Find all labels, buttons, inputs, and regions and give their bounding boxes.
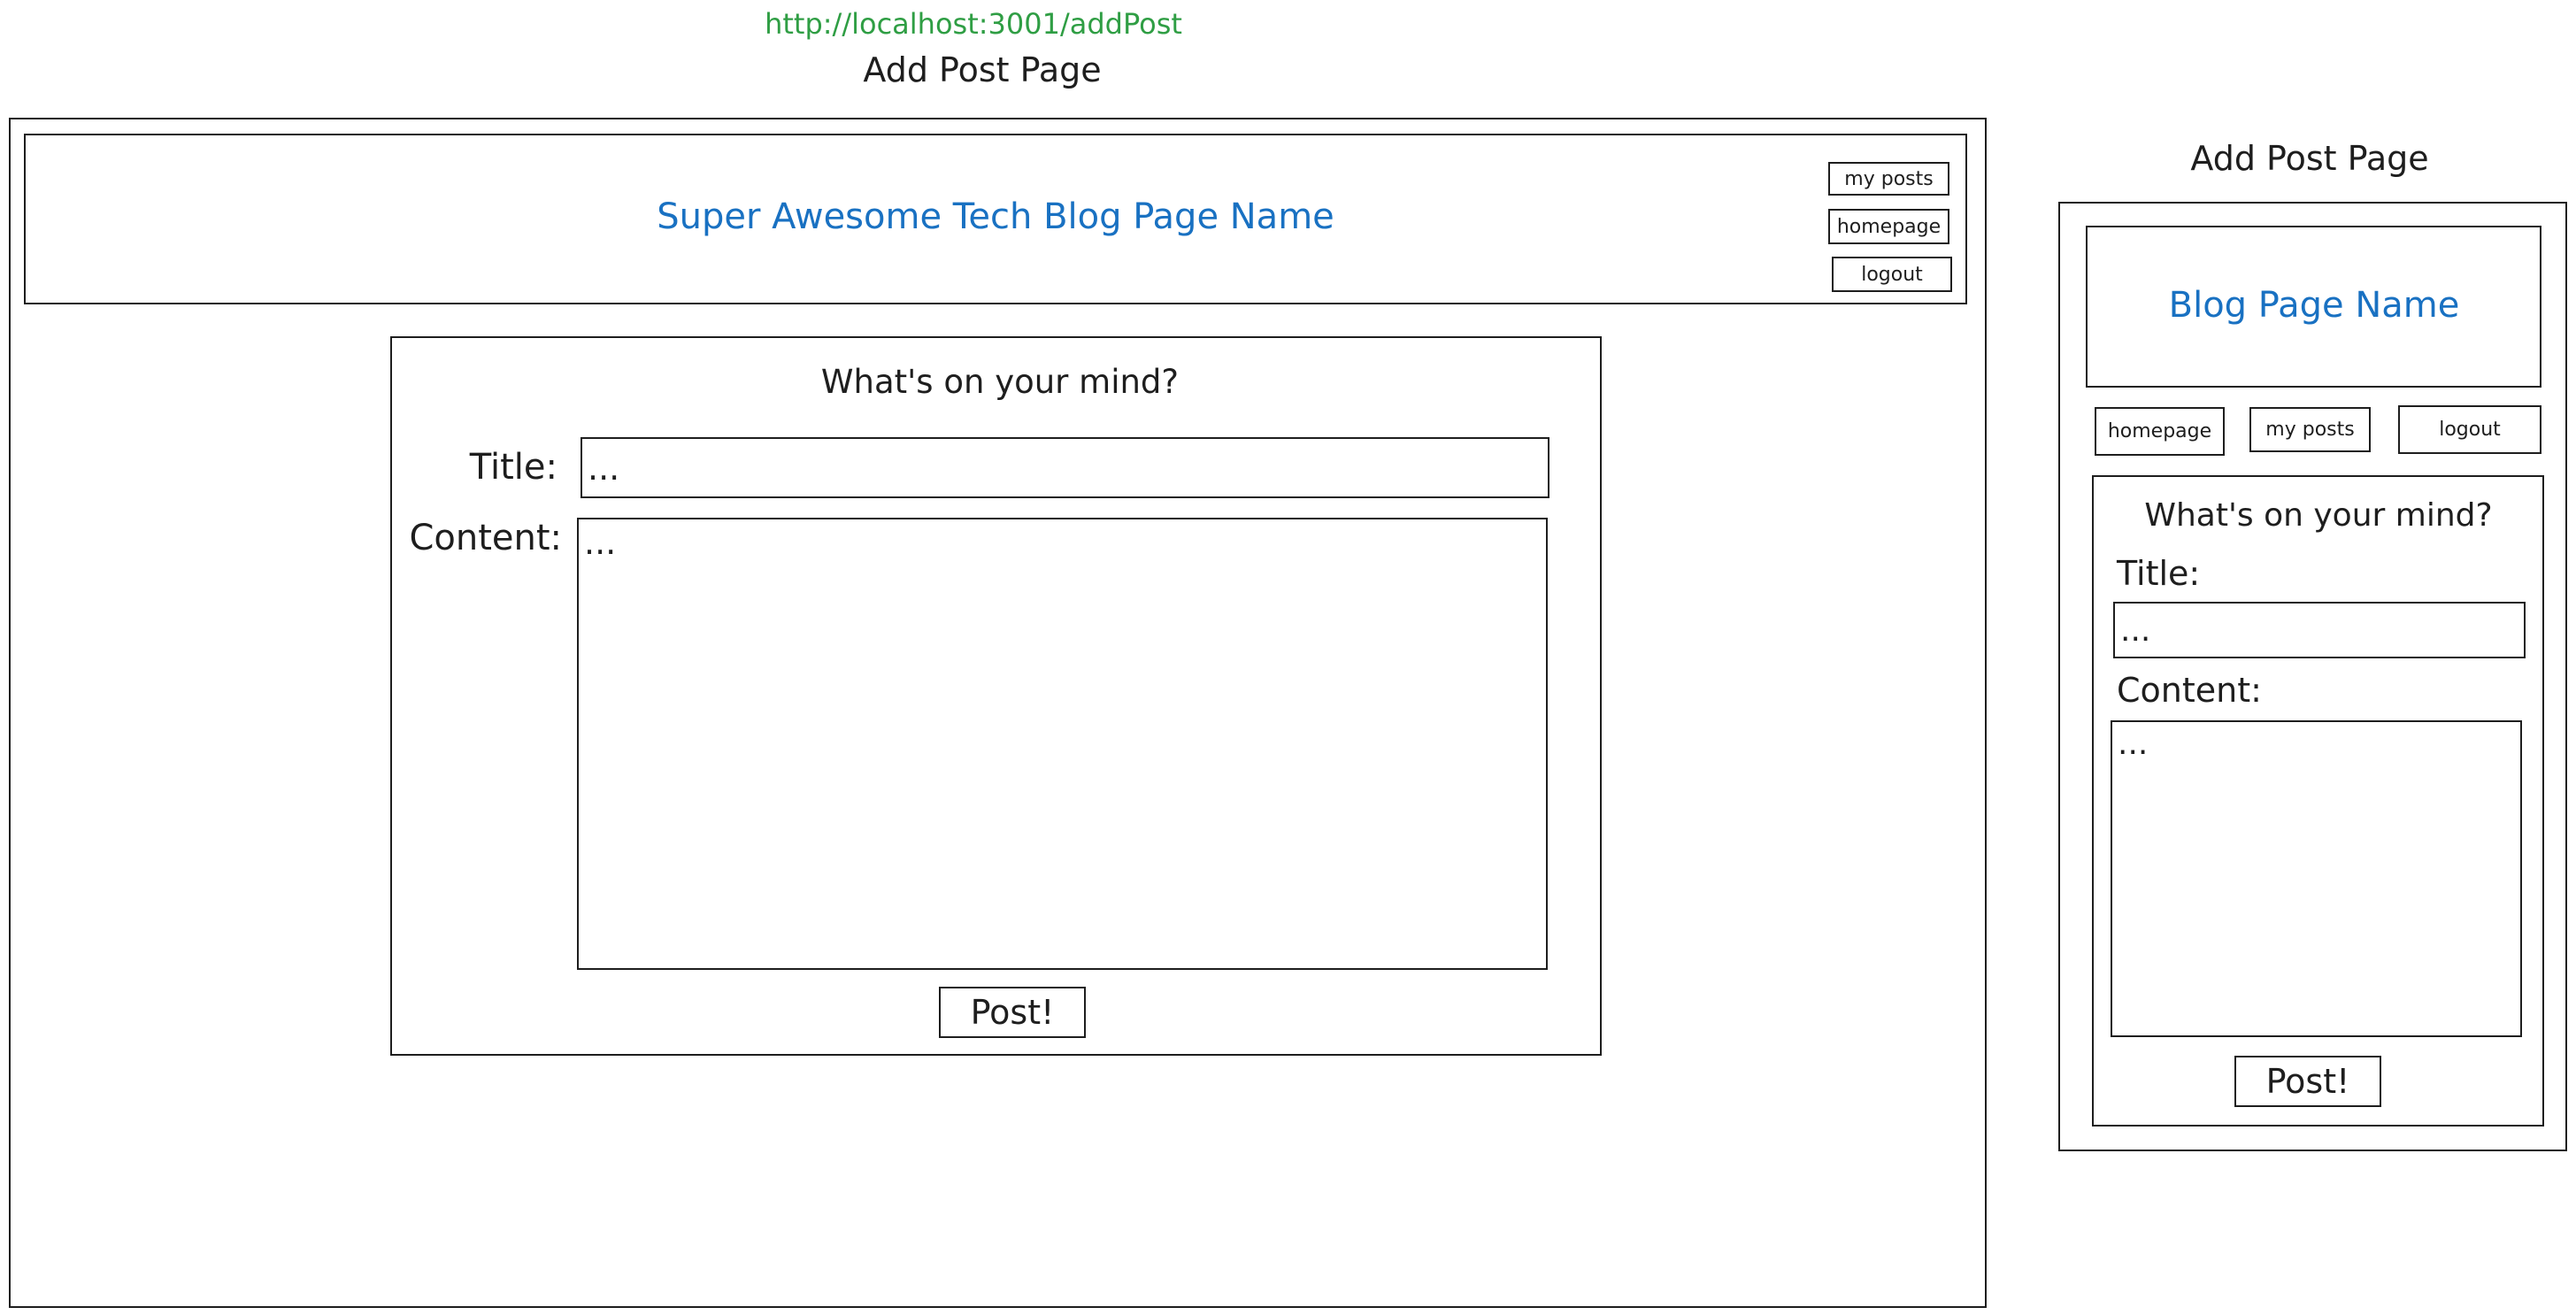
mobile-title-input[interactable]: ... (2113, 602, 2526, 658)
desktop-homepage-button[interactable]: homepage (1828, 209, 1949, 244)
desktop-title-label: Title: (469, 447, 557, 488)
mobile-content-textarea[interactable]: ... (2111, 720, 2522, 1037)
mobile-post-button[interactable]: Post! (2234, 1056, 2381, 1107)
desktop-content-label: Content: (409, 518, 562, 558)
desktop-content-textarea[interactable]: ... (577, 518, 1548, 970)
desktop-logout-button[interactable]: logout (1832, 257, 1952, 292)
url-label: http://localhost:3001/addPost (765, 7, 1182, 41)
desktop-blog-name[interactable]: Super Awesome Tech Blog Page Name (575, 186, 1416, 248)
mobile-content-label: Content: (2117, 671, 2262, 710)
mobile-form-heading: What's on your mind? (2144, 496, 2493, 534)
mobile-page-title: Add Post Page (2190, 139, 2429, 178)
mobile-homepage-button[interactable]: homepage (2095, 407, 2225, 456)
desktop-form-heading: What's on your mind? (820, 362, 1180, 401)
mobile-blog-name[interactable]: Blog Page Name (2106, 274, 2522, 336)
desktop-page-title: Add Post Page (863, 50, 1102, 89)
mobile-my-posts-button[interactable]: my posts (2249, 407, 2371, 452)
mobile-title-label: Title: (2117, 554, 2201, 593)
desktop-title-input[interactable]: ... (581, 437, 1549, 498)
mobile-logout-button[interactable]: logout (2398, 405, 2541, 454)
desktop-my-posts-button[interactable]: my posts (1828, 162, 1949, 196)
desktop-post-button[interactable]: Post! (939, 987, 1086, 1038)
